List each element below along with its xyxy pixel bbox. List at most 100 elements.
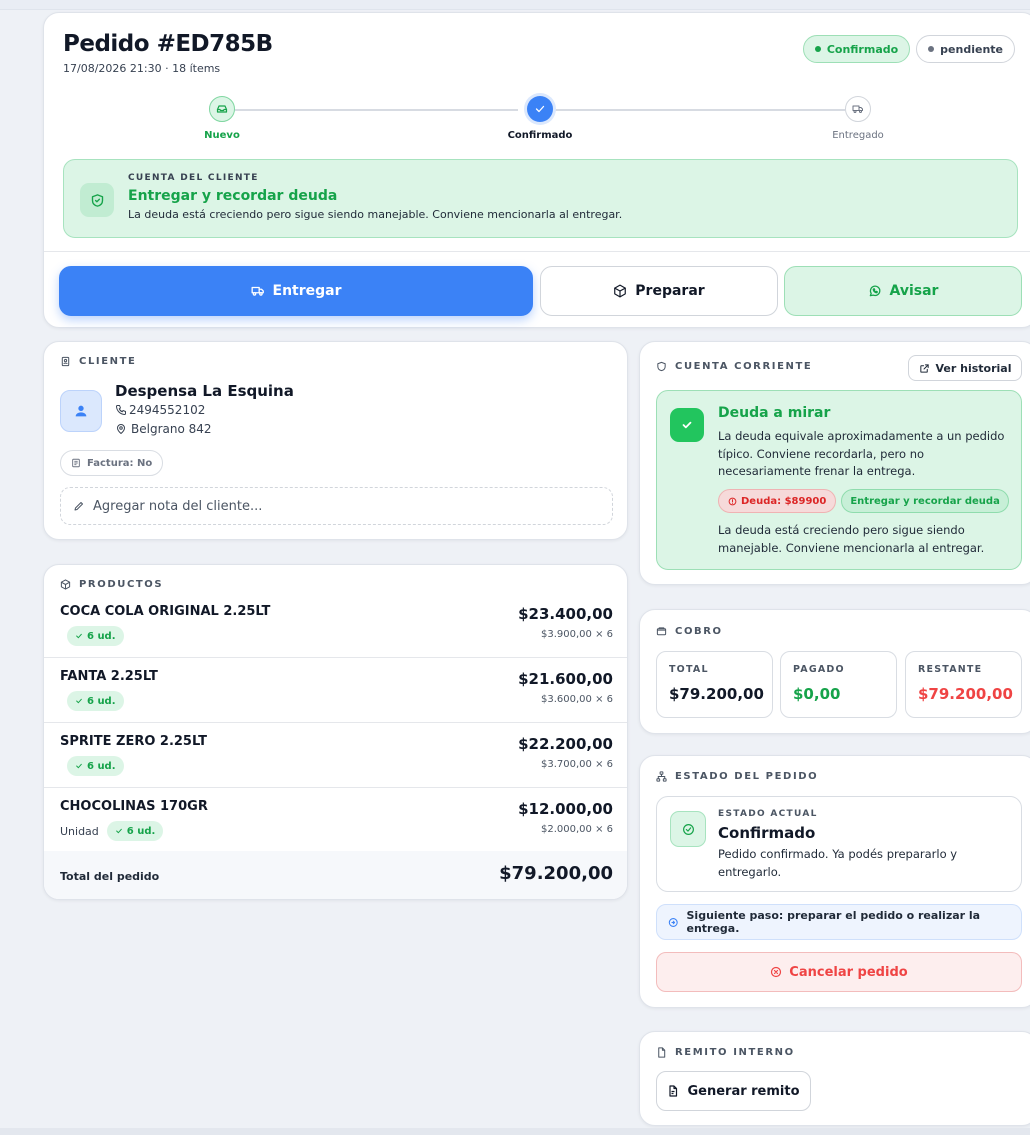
product-total: $22.200,00 [518, 735, 613, 753]
client-note-placeholder: Agregar nota del cliente... [93, 498, 263, 514]
client-name: Despensa La Esquina [115, 382, 294, 400]
debt-amount-chip: Deuda: $89900 [718, 489, 837, 513]
view-history-button[interactable]: Ver historial [908, 355, 1022, 381]
product-unit-price: $3.600,00 × 6 [541, 694, 613, 705]
check-icon [115, 828, 122, 834]
contact-icon [61, 356, 70, 367]
product-sub: 6 ud. [60, 626, 124, 646]
divider [44, 251, 1030, 252]
product-name: SPRITE ZERO 2.25LT [60, 734, 207, 749]
debt-status-box: Deuda a mirar La deuda equivale aproxima… [656, 390, 1022, 570]
status-badge-label: pendiente [940, 42, 1003, 56]
stepper-line [235, 109, 518, 111]
alert-circle-icon [728, 497, 737, 505]
arrow-right-circle-icon [668, 917, 678, 927]
step-delivered [845, 96, 871, 122]
status-badge-confirmed: Confirmado [802, 35, 911, 63]
step-label-confirmed: Confirmado [507, 130, 573, 141]
invoice-chip: Factura: No [60, 450, 164, 476]
product-name: COCA COLA ORIGINAL 2.25LT [60, 604, 271, 619]
generate-slip-button[interactable]: Generar remito [656, 1071, 811, 1111]
product-unit-price: $3.700,00 × 6 [541, 759, 613, 770]
billing-section-label: COBRO [656, 626, 723, 637]
product-total: $12.000,00 [518, 800, 613, 818]
debt-footer-text: La deuda está creciendo pero sigue siend… [718, 523, 985, 555]
order-meta: 17/08/2026 21:30 · 18 ítems [63, 62, 221, 75]
hierarchy-icon [656, 771, 667, 782]
package-icon [60, 579, 71, 590]
product-total: $21.600,00 [518, 670, 613, 688]
status-badge-pending: pendiente [916, 35, 1015, 63]
order-header-card: Pedido #ED785B 17/08/2026 21:30 · 18 íte… [43, 12, 1030, 328]
products-section-label: PRODUCTOS [60, 579, 163, 590]
step-label-delivered: Entregado [832, 130, 884, 141]
check-circle-icon [682, 823, 694, 835]
current-status-kicker: ESTADO ACTUAL [718, 809, 818, 819]
client-address: Belgrano 842 [115, 422, 212, 436]
billing-remaining-box: RESTANTE $79.200,00 [905, 651, 1022, 718]
product-unit-price: $3.900,00 × 6 [541, 629, 613, 640]
avatar [60, 390, 102, 432]
client-note-input[interactable]: Agregar nota del cliente... [60, 487, 613, 525]
debt-status-title: Deuda a mirar [718, 405, 831, 421]
billing-paid-label: PAGADO [793, 664, 845, 675]
product-row[interactable]: SPRITE ZERO 2.25LT 6 ud. $22.200,00 $3.7… [44, 723, 627, 788]
step-confirmed [527, 96, 553, 122]
quantity-chip: 6 ud. [106, 821, 164, 841]
document-icon [658, 1047, 666, 1058]
file-icon [669, 1085, 678, 1097]
product-row[interactable]: COCA COLA ORIGINAL 2.25LT 6 ud. $23.400,… [44, 593, 627, 658]
billing-total-label: TOTAL [669, 664, 709, 675]
alert-icon-box [80, 183, 114, 217]
next-step-hint: Siguiente paso: preparar el pedido o rea… [656, 904, 1022, 940]
debt-status-text: La deuda equivale aproximadamente a un p… [718, 429, 1005, 478]
product-name: CHOCOLINAS 170GR [60, 799, 208, 814]
map-pin-icon [117, 424, 125, 434]
alert-text: La deuda está creciendo pero sigue siend… [128, 208, 623, 221]
debt-status-icon-box [670, 408, 704, 442]
check-circle-icon [682, 421, 692, 429]
shield-icon [91, 193, 103, 207]
order-status-section-label: ESTADO DEL PEDIDO [656, 771, 818, 782]
current-account-card: CUENTA CORRIENTE Ver historial Deuda a m… [639, 341, 1030, 585]
current-status-text: Pedido confirmado. Ya podés prepararlo y… [718, 847, 958, 879]
deliver-button[interactable]: Entregar [59, 266, 533, 316]
product-name: FANTA 2.25LT [60, 669, 158, 684]
quantity-chip: 6 ud. [67, 691, 124, 711]
external-link-icon [919, 363, 929, 373]
billing-card: COBRO TOTAL $79.200,00 PAGADO $0,00 REST… [639, 609, 1030, 734]
bottom-strip [0, 1128, 1030, 1135]
product-row[interactable]: FANTA 2.25LT 6 ud. $21.600,00 $3.600,00 … [44, 658, 627, 723]
package-icon [614, 284, 627, 298]
status-badge-label: Confirmado [826, 42, 899, 56]
client-card: CLIENTE Despensa La Esquina 2494552102 B… [43, 341, 628, 540]
product-total: $23.400,00 [518, 605, 613, 623]
order-total-value: $79.200,00 [499, 863, 613, 884]
inbox-icon [216, 105, 228, 113]
phone-icon [116, 405, 126, 415]
quantity-chip: 6 ud. [67, 756, 124, 776]
shield-icon [657, 361, 666, 372]
billing-total-value: $79.200,00 [669, 685, 764, 703]
deliver-button-label: Entregar [272, 283, 342, 299]
product-row[interactable]: CHOCOLINAS 170GR Unidad 6 ud. $12.000,00… [44, 788, 627, 853]
check-icon [535, 105, 545, 113]
prepare-button[interactable]: Preparar [540, 266, 778, 316]
whatsapp-icon [869, 285, 880, 297]
current-status-icon-box [670, 811, 706, 847]
client-phone[interactable]: 2494552102 [115, 403, 205, 417]
page-title: Pedido #ED785B [63, 31, 273, 57]
stepper-line [554, 109, 845, 111]
top-strip [0, 0, 1030, 10]
product-sub: Unidad 6 ud. [60, 821, 164, 841]
client-section-label: CLIENTE [60, 356, 136, 367]
products-footer: Total del pedido $79.200,00 [44, 851, 627, 899]
check-icon [76, 633, 82, 639]
product-sub: 6 ud. [60, 691, 124, 711]
notify-button[interactable]: Avisar [784, 266, 1022, 316]
pencil-icon [74, 502, 83, 511]
cancel-order-button[interactable]: Cancelar pedido [656, 952, 1022, 992]
product-unit-price: $2.000,00 × 6 [541, 824, 613, 835]
notify-button-label: Avisar [889, 283, 939, 299]
current-account-section-label: CUENTA CORRIENTE [656, 361, 812, 372]
